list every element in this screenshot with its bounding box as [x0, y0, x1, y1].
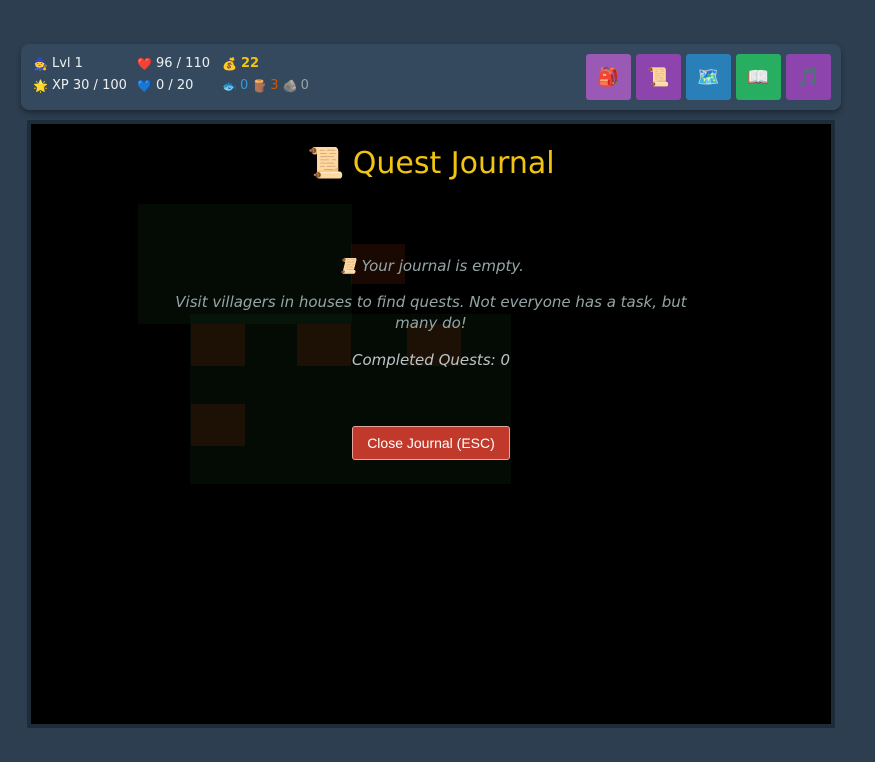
- map-button[interactable]: 🗺️: [686, 54, 731, 100]
- scroll-icon: 📜: [647, 66, 670, 88]
- fish-icon: 🐟: [222, 79, 237, 93]
- log-icon: 🪵: [252, 79, 268, 93]
- map-icon: 🗺️: [697, 66, 720, 88]
- backpack-button[interactable]: 🎒: [586, 54, 631, 100]
- heart-icon: ❤️: [137, 57, 152, 71]
- xp-value: XP 30 / 100: [52, 78, 127, 93]
- xp-stat: 🌟 XP 30 / 100: [33, 78, 127, 94]
- toolbar: 🎒 📜 🗺️ 📖 🎵: [586, 54, 831, 100]
- rock-icon: 🪨: [282, 79, 298, 93]
- book-button[interactable]: 📖: [736, 54, 781, 100]
- completed-quests: Completed Quests: 0: [352, 351, 510, 369]
- level-stat: 🧙 Lvl 1: [33, 56, 83, 72]
- journal-empty-message: 📜 Your journal is empty.: [171, 256, 691, 277]
- stone-count: 0: [300, 78, 309, 93]
- gold-value: 22: [241, 56, 260, 71]
- status-hud: 🧙 Lvl 1 🌟 XP 30 / 100 ❤️ 96 / 110 💙 0 / …: [21, 44, 841, 110]
- book-icon: 📖: [747, 66, 770, 88]
- wizard-icon: 🧙: [33, 57, 48, 71]
- level-value: Lvl 1: [52, 56, 83, 71]
- music-note-icon: 🎵: [797, 66, 820, 88]
- sun-icon: 🌟: [33, 79, 48, 93]
- mana-stat: 💙 0 / 20: [137, 78, 193, 94]
- health-value: 96 / 110: [156, 56, 210, 71]
- music-button[interactable]: 🎵: [786, 54, 831, 100]
- blue-heart-icon: 💙: [137, 79, 152, 93]
- house-tile: [191, 404, 245, 446]
- gold-stat: 💰 22: [222, 56, 259, 72]
- scroll-icon: 📜: [338, 257, 357, 275]
- fish-count: 0: [240, 78, 249, 93]
- close-journal-button[interactable]: Close Journal (ESC): [352, 426, 510, 460]
- health-stat: ❤️ 96 / 110: [137, 56, 210, 72]
- money-bag-icon: 💰: [222, 57, 237, 71]
- game-frame: 📜 Quest Journal 📜 Your journal is empty. …: [27, 120, 835, 728]
- backpack-icon: 🎒: [597, 66, 620, 88]
- resources-stat: 🐟 0 🪵 3 🪨 0: [222, 78, 309, 94]
- journal-hint: Visit villagers in houses to find quests…: [175, 293, 687, 332]
- wood-count: 3: [270, 78, 279, 93]
- journal-title-text: Quest Journal: [352, 146, 555, 181]
- mana-value: 0 / 20: [156, 78, 194, 93]
- scroll-icon: 📜: [307, 146, 345, 181]
- journal-empty-text: Your journal is empty.: [361, 257, 524, 275]
- game-canvas: 📜 Quest Journal 📜 Your journal is empty. …: [31, 124, 831, 724]
- journal-title: 📜 Quest Journal: [31, 146, 831, 181]
- journal-button[interactable]: 📜: [636, 54, 681, 100]
